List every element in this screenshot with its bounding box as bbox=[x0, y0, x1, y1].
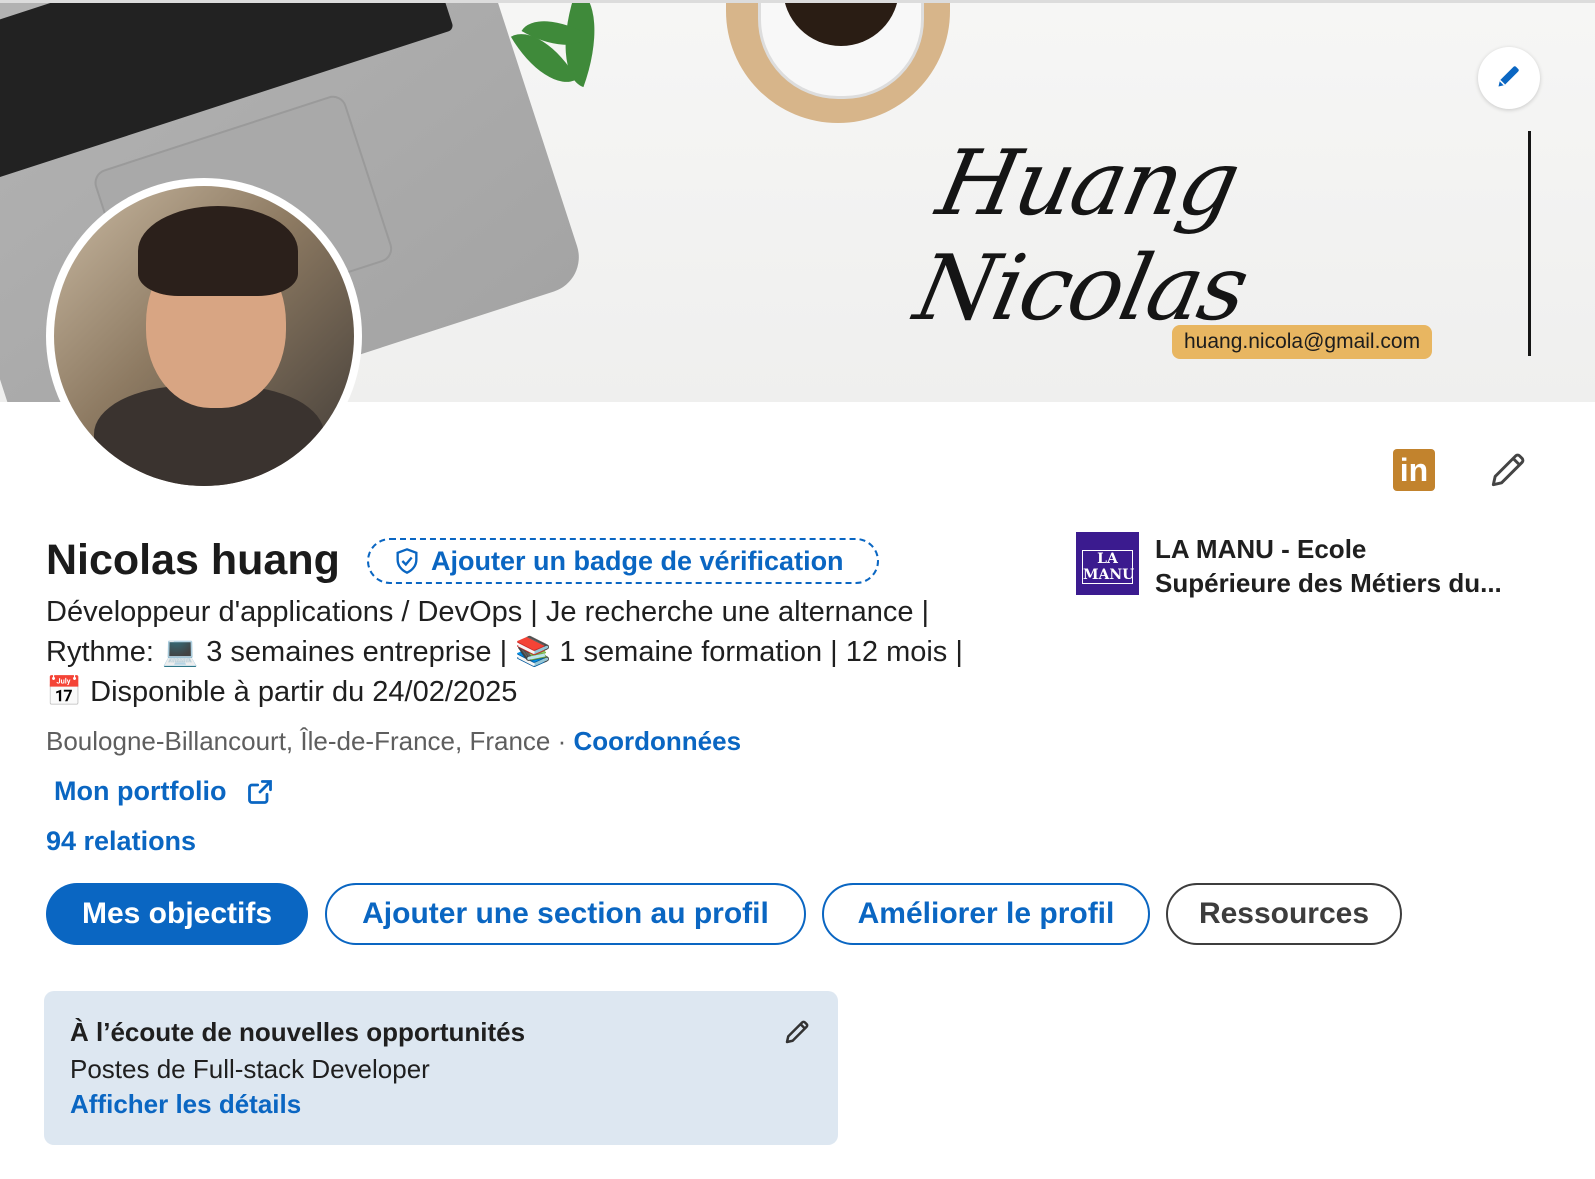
headline-line: Développeur d'applications / DevOps | Je… bbox=[46, 596, 930, 628]
pencil-icon bbox=[782, 1020, 812, 1051]
calendar-emoji-icon: 📅 bbox=[46, 676, 83, 708]
profile-headline: Développeur d'applications / DevOps | Je… bbox=[46, 592, 1046, 712]
edit-banner-button[interactable] bbox=[1478, 47, 1540, 109]
open-to-work-subtitle: Postes de Full-stack Developer bbox=[70, 1054, 430, 1084]
edit-intro-button[interactable] bbox=[1486, 448, 1530, 492]
school-logo: LA MANU bbox=[1076, 532, 1139, 595]
school-name: LA MANU - Ecole Supérieure des Métiers d… bbox=[1155, 534, 1502, 598]
add-verification-badge-button[interactable]: Ajouter un badge de vérification bbox=[367, 538, 879, 584]
open-to-work-card: À l’écoute de nouvelles opportunités Pos… bbox=[44, 991, 838, 1145]
pencil-icon bbox=[1486, 453, 1530, 496]
laptop-emoji-icon: 💻 bbox=[162, 636, 199, 668]
my-goals-button[interactable]: Mes objectifs bbox=[46, 883, 308, 945]
badge-label: Ajouter un badge de vérification bbox=[431, 545, 844, 576]
pencil-icon bbox=[1495, 62, 1523, 95]
education-link[interactable]: LA MANU LA MANU - Ecole Supérieure des M… bbox=[1076, 532, 1535, 600]
external-link-icon bbox=[246, 778, 274, 806]
signature-divider bbox=[1528, 131, 1531, 356]
improve-profile-button[interactable]: Améliorer le profil bbox=[822, 883, 1150, 945]
banner-email: huang.nicola@gmail.com bbox=[1172, 325, 1433, 359]
books-emoji-icon: 📚 bbox=[515, 636, 552, 668]
profile-location: Boulogne-Billancourt, Île-de-France, Fra… bbox=[46, 726, 742, 756]
headline-line: 📅 Disponible à partir du 24/02/2025 bbox=[46, 676, 518, 708]
resources-button[interactable]: Ressources bbox=[1166, 883, 1402, 945]
edit-open-to-work-button[interactable] bbox=[782, 1017, 812, 1052]
open-to-work-title: À l’écoute de nouvelles opportunités bbox=[70, 1017, 526, 1047]
banner-signature: Huang Nicolas bbox=[906, 131, 1256, 341]
profile-avatar[interactable] bbox=[46, 178, 362, 494]
portfolio-link[interactable]: Mon portfolio bbox=[54, 776, 274, 807]
profile-name: Nicolas huang bbox=[46, 536, 340, 584]
contact-info-link[interactable]: Coordonnées bbox=[574, 726, 742, 756]
shield-check-icon bbox=[393, 547, 421, 575]
show-details-link[interactable]: Afficher les détails bbox=[70, 1089, 812, 1120]
headline-line: Rythme: 💻 3 semaines entreprise | 📚 1 se… bbox=[46, 636, 963, 668]
connections-link[interactable]: 94 relations bbox=[46, 826, 196, 857]
add-profile-section-button[interactable]: Ajouter une section au profil bbox=[325, 883, 806, 945]
linkedin-logo-icon[interactable]: in bbox=[1393, 449, 1435, 491]
